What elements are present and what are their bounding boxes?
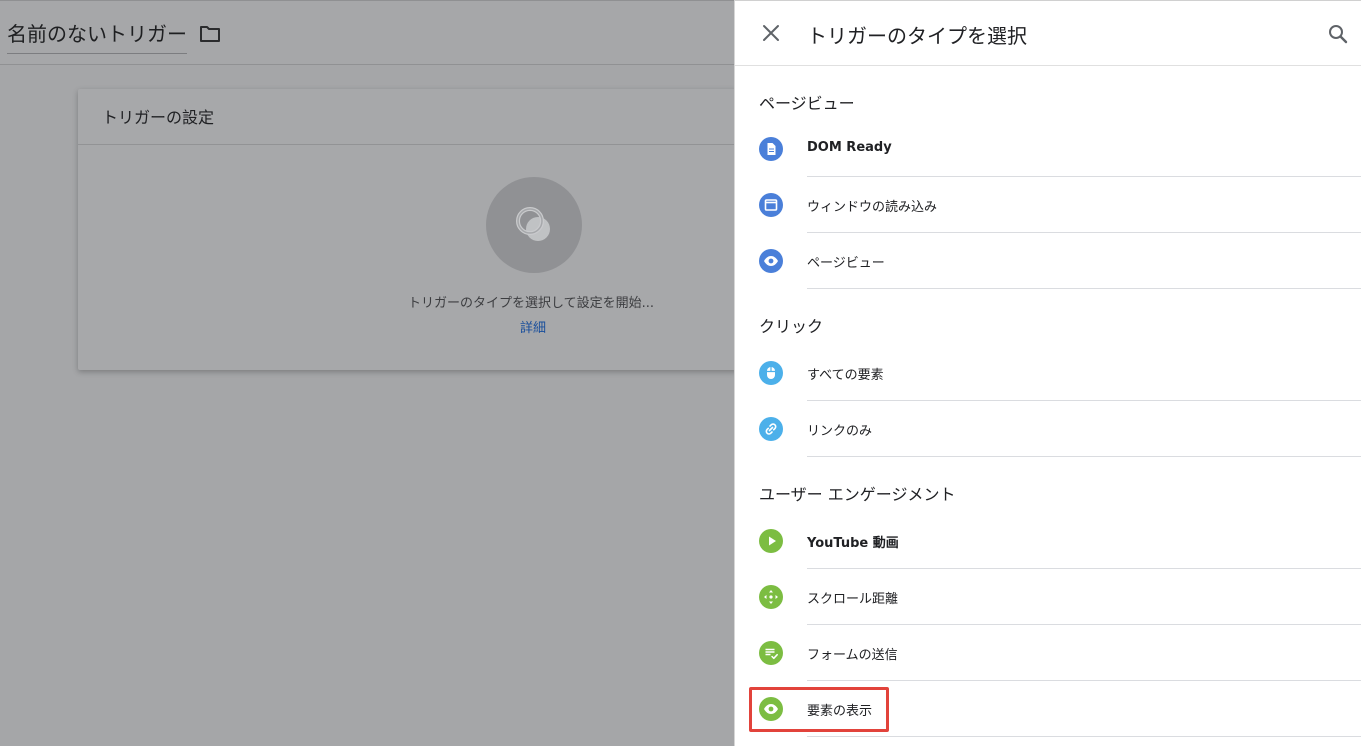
section-title-pageview: ページビュー [759, 94, 855, 113]
item-label: DOM Ready [807, 140, 892, 155]
item-label: ページビュー [807, 256, 885, 271]
trigger-item-all-elements[interactable]: すべての要素 [735, 345, 1361, 401]
trigger-item-just-links[interactable]: リンクのみ [735, 401, 1361, 457]
trigger-item-scroll-depth[interactable]: スクロール距離 [735, 569, 1361, 625]
trigger-name-input[interactable]: 名前のないトリガー [7, 18, 187, 54]
item-label: YouTube 動画 [807, 536, 899, 551]
item-label: すべての要素 [807, 368, 884, 383]
card-divider [78, 144, 738, 145]
close-icon[interactable] [759, 21, 783, 45]
mouse-icon [759, 361, 783, 385]
trigger-config-card[interactable]: トリガーの設定 トリガーのタイプを選択して設定を開始... 詳細 [78, 89, 738, 370]
item-divider [807, 736, 1361, 737]
trigger-placeholder-icon[interactable] [486, 177, 582, 273]
trigger-item-dom-ready[interactable]: DOM Ready [735, 121, 1361, 177]
trigger-item-window-loaded[interactable]: ウィンドウの読み込み [735, 177, 1361, 233]
section-title-engagement: ユーザー エンゲージメント [759, 485, 956, 504]
choose-type-hint: トリガーのタイプを選択して設定を開始... [408, 296, 655, 311]
trigger-type-panel: トリガーのタイプを選択 ページビュー DOM Ready ウィンドウの読み込み [734, 0, 1361, 746]
play-icon [759, 529, 783, 553]
item-label: ウィンドウの読み込み [807, 200, 938, 215]
item-label: 要素の表示 [807, 704, 873, 719]
eye-icon [759, 697, 783, 721]
section-title-click: クリック [759, 317, 824, 336]
search-icon[interactable] [1326, 22, 1350, 46]
details-link[interactable]: 詳細 [520, 317, 546, 336]
scroll-move-icon [759, 585, 783, 609]
link-icon [759, 417, 783, 441]
document-icon [759, 137, 783, 161]
eye-icon [759, 249, 783, 273]
card-title: トリガーの設定 [102, 108, 215, 127]
item-label: リンクのみ [807, 424, 873, 439]
window-icon [759, 193, 783, 217]
folder-icon[interactable] [198, 23, 222, 45]
item-label: スクロール距離 [807, 592, 899, 607]
trigger-item-element-visibility[interactable]: 要素の表示 [735, 681, 1361, 737]
editor-header: 名前のないトリガー [0, 0, 734, 65]
trigger-item-youtube-video[interactable]: YouTube 動画 [735, 513, 1361, 569]
item-divider [807, 456, 1361, 457]
panel-header: トリガーのタイプを選択 [735, 1, 1361, 66]
form-check-icon [759, 641, 783, 665]
panel-title: トリガーのタイプを選択 [807, 24, 1027, 48]
item-label: フォームの送信 [807, 648, 898, 663]
trigger-item-page-view[interactable]: ページビュー [735, 233, 1361, 289]
trigger-item-form-submission[interactable]: フォームの送信 [735, 625, 1361, 681]
item-divider [807, 288, 1361, 289]
